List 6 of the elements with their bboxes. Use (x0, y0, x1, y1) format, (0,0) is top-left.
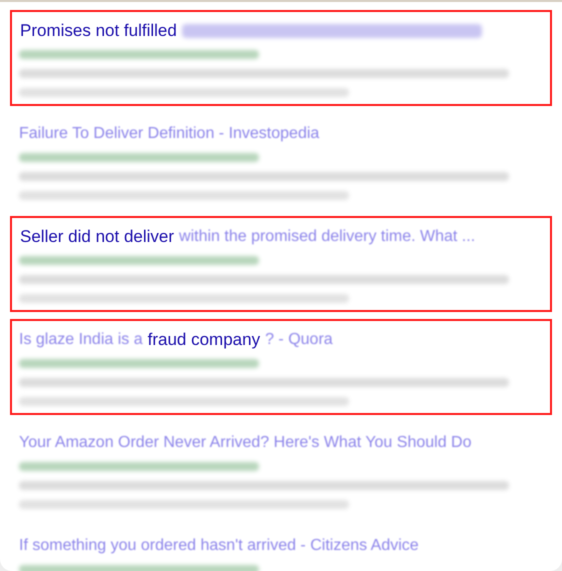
result-title-link[interactable]: Failure To Deliver Definition - Investopedia (19, 122, 320, 146)
result-title-link[interactable]: within the promised delivery time. What ... (179, 225, 476, 249)
result-title-link[interactable]: Your Amazon Order Never Arrived? Here's What You Should Do (19, 431, 472, 455)
result-title-link[interactable]: If something you ordered hasn't arrived - Citizens Advice (19, 534, 419, 558)
result-title-link[interactable]: Is glaze India is a (19, 328, 143, 352)
result-title-link[interactable]: ? - Quora (265, 328, 333, 352)
